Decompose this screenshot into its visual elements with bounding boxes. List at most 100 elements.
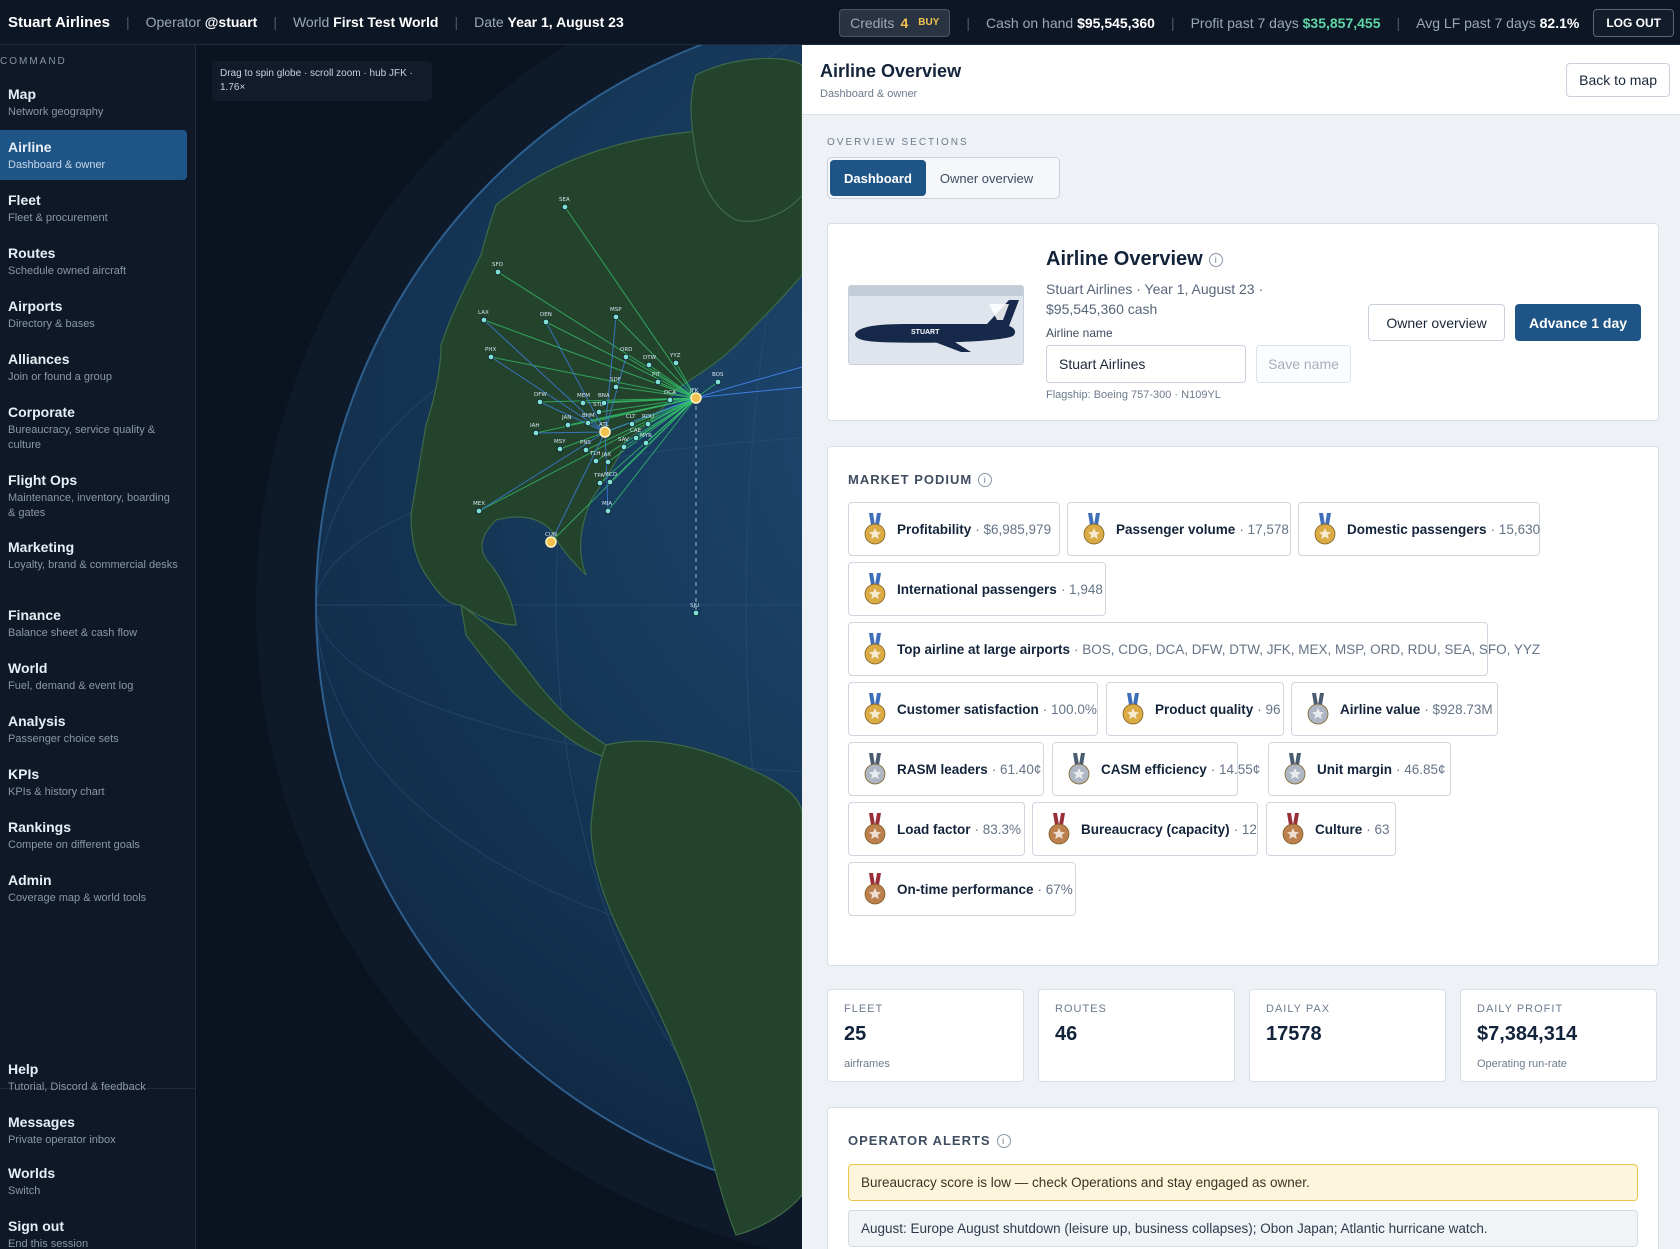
airport-dot[interactable] bbox=[654, 378, 662, 386]
gold-medal-icon bbox=[864, 693, 886, 725]
sidebar-category: COMMAND bbox=[0, 56, 67, 67]
airport-marker-atl[interactable]: ATL bbox=[599, 422, 611, 438]
sidebar-item-world[interactable]: World Fuel, demand & event log bbox=[0, 651, 187, 701]
airport-dot[interactable] bbox=[487, 353, 495, 361]
sidebar-item-airports[interactable]: Airports Directory & bases bbox=[0, 289, 187, 339]
sidebar-item-corporate[interactable]: Corporate Bureaucracy, service quality &… bbox=[0, 395, 187, 461]
nav-subtitle: Schedule owned aircraft bbox=[8, 265, 127, 277]
podium-label: Bureaucracy (capacity) bbox=[1081, 821, 1230, 837]
flagship-info: Flagship: Boeing 757-300 · N109YL bbox=[1046, 389, 1221, 401]
airport-code-label: YYZ bbox=[669, 353, 681, 359]
podium-chip: Load factor · 83.3% bbox=[848, 802, 1025, 856]
sidebar-item-kpis[interactable]: KPIs KPIs & history chart bbox=[0, 757, 187, 807]
airport-dot[interactable] bbox=[561, 203, 569, 211]
credits-button[interactable]: Credits 4 BUY bbox=[839, 8, 951, 37]
airport-dot[interactable] bbox=[564, 421, 572, 429]
airport-dot[interactable] bbox=[475, 507, 483, 515]
airport-dot[interactable] bbox=[606, 478, 614, 486]
credits-value: 4 bbox=[900, 14, 909, 31]
operator-alerts-card: OPERATOR ALERTS i Bureaucracy score is l… bbox=[827, 1107, 1659, 1249]
sidebar-item-worlds[interactable]: Worlds Switch bbox=[0, 1156, 187, 1206]
owner-overview-button[interactable]: Owner overview bbox=[1368, 304, 1505, 341]
airport-dot[interactable] bbox=[632, 434, 640, 442]
info-icon[interactable]: i bbox=[978, 472, 993, 487]
overview-meta: Stuart Airlines · Year 1, August 23 · $9… bbox=[1046, 281, 1264, 317]
podium-chip: Domestic passengers · 15,630 bbox=[1298, 502, 1540, 556]
save-name-button[interactable]: Save name bbox=[1256, 345, 1351, 383]
airport-dot[interactable] bbox=[582, 446, 590, 454]
tab-owner-overview[interactable]: Owner overview bbox=[926, 160, 1047, 196]
livery-text: STUART bbox=[911, 329, 940, 336]
airport-dot[interactable] bbox=[690, 392, 702, 404]
airport-dot[interactable] bbox=[599, 426, 611, 438]
airport-dot[interactable] bbox=[620, 443, 628, 451]
airport-dot[interactable] bbox=[556, 445, 564, 453]
sidebar-item-map[interactable]: Map Network geography bbox=[0, 77, 187, 127]
sidebar-item-admin[interactable]: Admin Coverage map & world tools bbox=[0, 863, 187, 913]
nav-title: Airline bbox=[8, 139, 52, 155]
airport-dot[interactable] bbox=[542, 318, 550, 326]
bronze-medal-icon bbox=[864, 873, 886, 905]
airport-dot[interactable] bbox=[545, 536, 557, 548]
stat-label: DAILY PROFIT bbox=[1477, 1003, 1564, 1015]
airport-dot[interactable] bbox=[645, 361, 653, 369]
advance-day-button[interactable]: Advance 1 day bbox=[1515, 304, 1641, 341]
airport-dot[interactable] bbox=[596, 479, 604, 487]
airport-dot[interactable] bbox=[480, 316, 488, 324]
tab-dashboard[interactable]: Dashboard bbox=[830, 160, 926, 196]
airport-code-label: DEN bbox=[540, 312, 552, 318]
nav-title: Airports bbox=[8, 298, 63, 314]
airport-dot[interactable] bbox=[666, 396, 674, 404]
sidebar-item-airline[interactable]: Airline Dashboard & owner bbox=[0, 130, 187, 180]
sidebar-item-rankings[interactable]: Rankings Compete on different goals bbox=[0, 810, 187, 860]
airport-dot[interactable] bbox=[622, 353, 630, 361]
globe-map[interactable]: SEA SFO LAX PHX DEN MSP ORD DTW YYZ BOS JFK PIT SDF D… bbox=[196, 45, 802, 1249]
airport-dot[interactable] bbox=[494, 268, 502, 276]
airport-dot[interactable] bbox=[642, 439, 650, 447]
sidebar-item-sign-out[interactable]: Sign out End this session bbox=[0, 1209, 187, 1249]
globe-canvas[interactable]: SEA SFO LAX PHX DEN MSP ORD DTW YYZ BOS JFK PIT SDF D… bbox=[196, 45, 802, 1249]
podium-label: Passenger volume bbox=[1116, 521, 1236, 537]
load-factor-value: 82.1% bbox=[1539, 14, 1580, 31]
info-icon[interactable]: i bbox=[996, 1133, 1011, 1148]
airport-dot[interactable] bbox=[592, 457, 600, 465]
airline-name-input[interactable] bbox=[1046, 345, 1246, 383]
airport-dot[interactable] bbox=[604, 458, 612, 466]
airport-dot[interactable] bbox=[604, 507, 612, 515]
sidebar-item-alliances[interactable]: Alliances Join or found a group bbox=[0, 342, 187, 392]
sidebar-item-analysis[interactable]: Analysis Passenger choice sets bbox=[0, 704, 187, 754]
info-icon[interactable]: i bbox=[1208, 252, 1223, 267]
nav-subtitle: Coverage map & world tools bbox=[8, 892, 147, 904]
airport-dot[interactable] bbox=[536, 398, 544, 406]
airport-dot[interactable] bbox=[579, 399, 587, 407]
sidebar-item-fleet[interactable]: Fleet Fleet & procurement bbox=[0, 183, 187, 233]
airport-dot[interactable] bbox=[584, 419, 592, 427]
sidebar-item-help[interactable]: Help Tutorial, Discord & feedback bbox=[0, 1052, 187, 1102]
airport-marker-cun[interactable]: CUN bbox=[545, 532, 557, 548]
airport-dot[interactable] bbox=[628, 420, 636, 428]
load-factor-label: Avg LF past 7 days bbox=[1416, 14, 1536, 31]
podium-chip: Bureaucracy (capacity) · 12 bbox=[1032, 802, 1258, 856]
podium-label: Domestic passengers bbox=[1347, 521, 1487, 537]
sidebar-item-routes[interactable]: Routes Schedule owned aircraft bbox=[0, 236, 187, 286]
nav-title: Sign out bbox=[8, 1218, 64, 1234]
airport-dot[interactable] bbox=[532, 429, 540, 437]
sidebar-item-finance[interactable]: Finance Balance sheet & cash flow bbox=[0, 598, 187, 648]
airport-dot[interactable] bbox=[612, 383, 620, 391]
back-to-map-button[interactable]: Back to map bbox=[1566, 63, 1670, 97]
overview-title-text: Airline Overview bbox=[1046, 248, 1203, 270]
page-title: Airline Overview bbox=[820, 61, 962, 81]
sidebar-item-marketing[interactable]: Marketing Loyalty, brand & commercial de… bbox=[0, 530, 187, 596]
sidebar-item-flight-ops[interactable]: Flight Ops Maintenance, inventory, board… bbox=[0, 463, 187, 529]
airport-dot[interactable] bbox=[714, 378, 722, 386]
nav-title: KPIs bbox=[8, 766, 40, 782]
airport-dot[interactable] bbox=[672, 359, 680, 367]
airport-dot[interactable] bbox=[692, 609, 700, 617]
logout-button[interactable]: LOG OUT bbox=[1593, 8, 1674, 37]
airport-code-label: MSP bbox=[610, 307, 622, 313]
sidebar-item-messages[interactable]: Messages Private operator inbox bbox=[0, 1105, 187, 1155]
nav-title: Messages bbox=[8, 1114, 75, 1130]
airport-dot[interactable] bbox=[644, 420, 652, 428]
airport-dot[interactable] bbox=[595, 408, 603, 416]
airport-dot[interactable] bbox=[612, 313, 620, 321]
